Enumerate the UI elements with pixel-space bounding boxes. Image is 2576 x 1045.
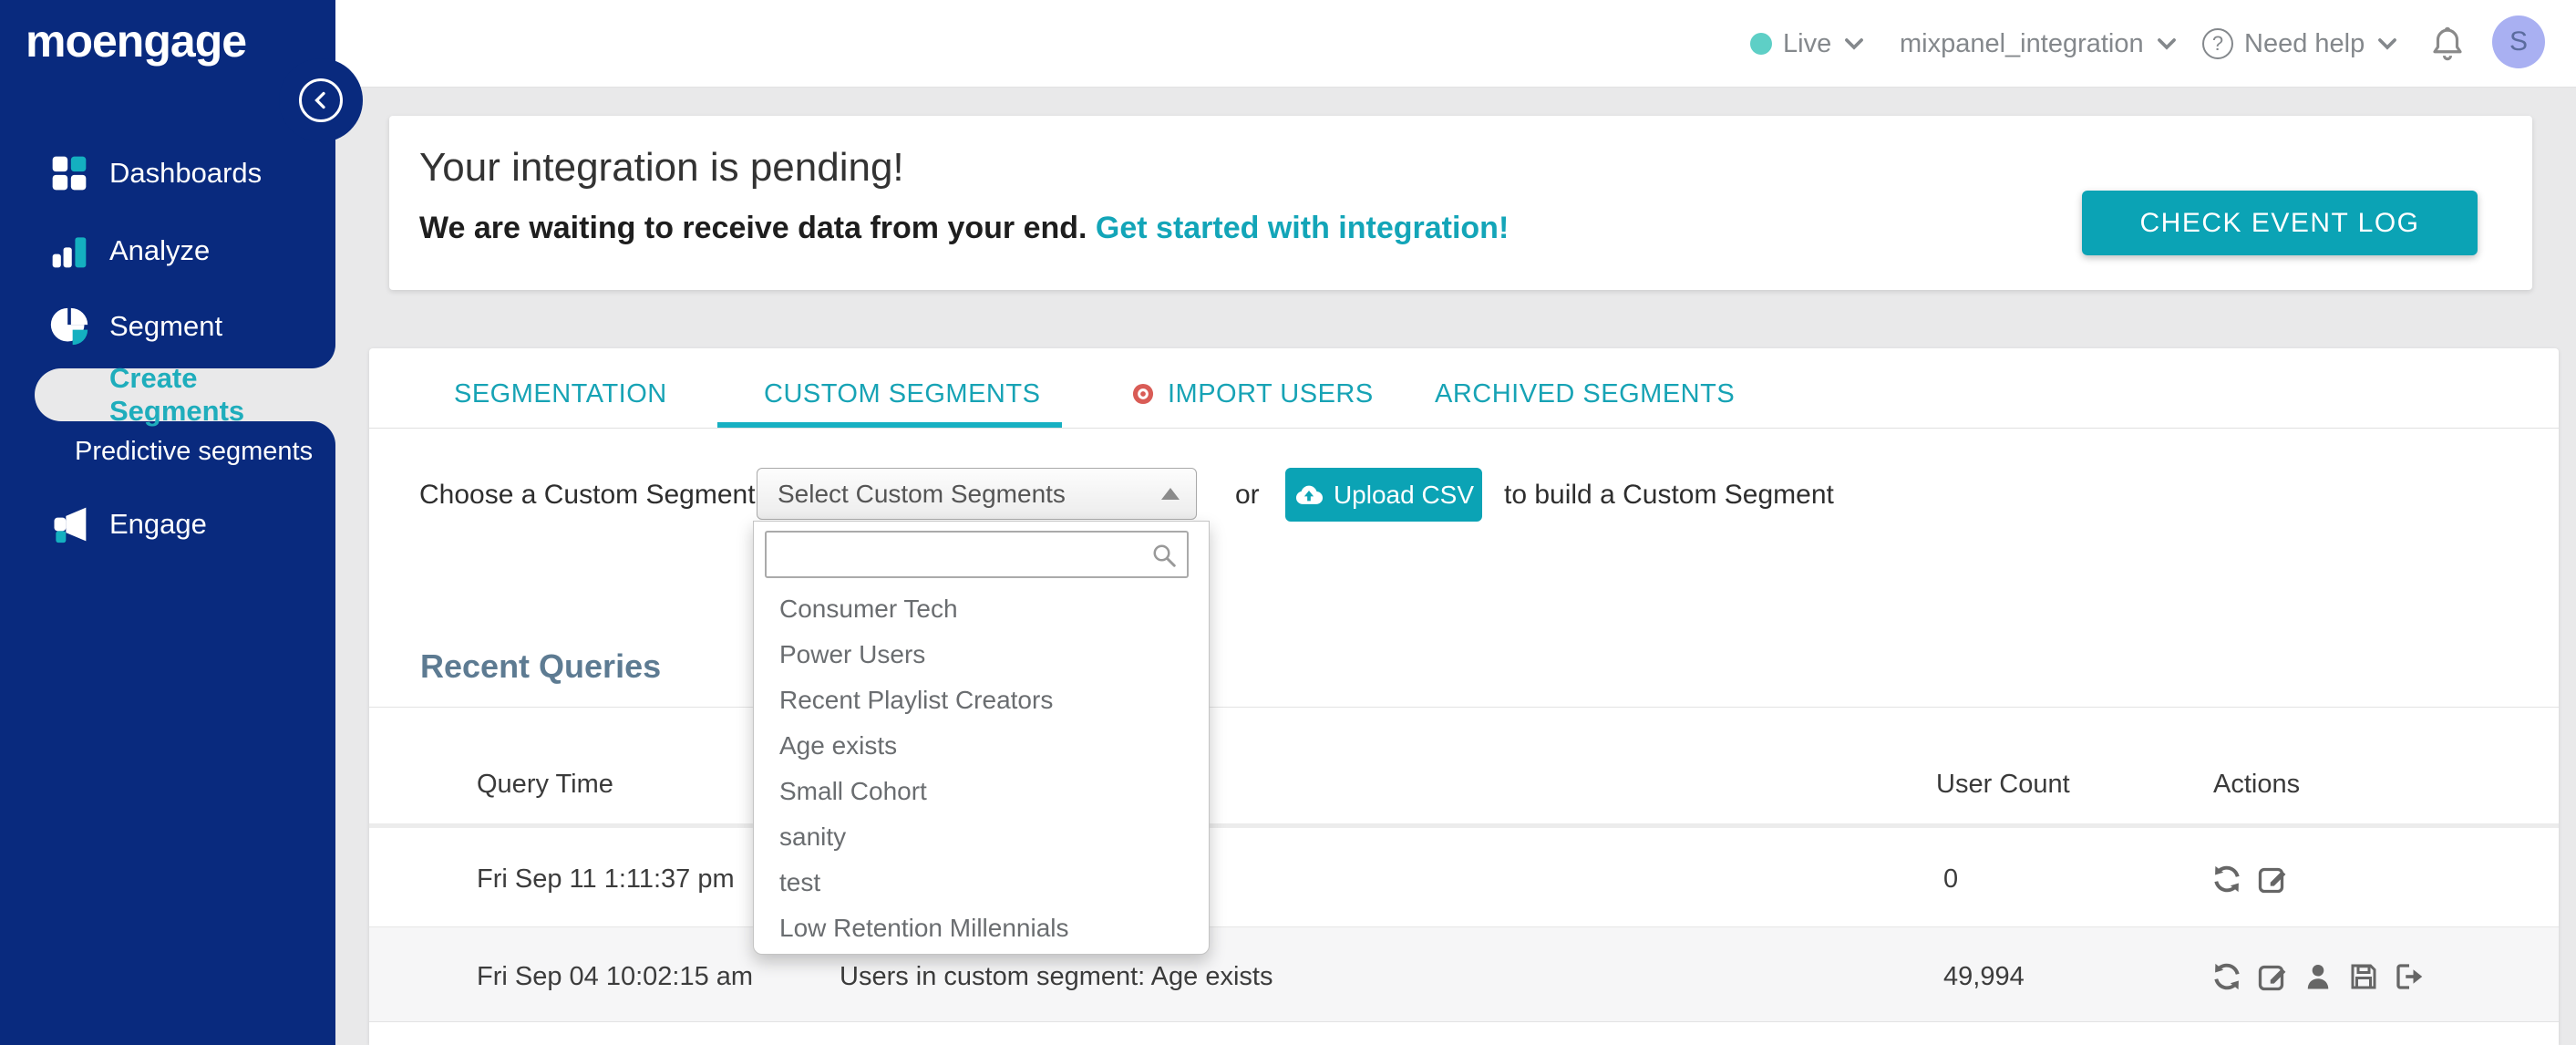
dropdown-option[interactable]: Low Retention Millennials: [779, 910, 1180, 947]
dropdown-option[interactable]: Consumer Tech: [779, 591, 1180, 627]
row-actions: [2210, 960, 2426, 993]
chevron-down-icon: [2378, 38, 2397, 50]
topbar: Live mixpanel_integration ? Need help S: [335, 0, 2576, 88]
banner-title: Your integration is pending!: [419, 145, 904, 190]
notifications-button[interactable]: [2428, 0, 2467, 88]
chevron-down-icon: [1845, 38, 1864, 50]
moengage-app: moengage Dashboards Analyze Segment Crea…: [0, 0, 2576, 1045]
tab-segmentation[interactable]: SEGMENTATION: [454, 374, 667, 414]
export-icon[interactable]: [2393, 960, 2426, 993]
tab-label: SEGMENTATION: [454, 378, 667, 409]
bell-icon: [2433, 26, 2462, 61]
sidebar-item-analyze[interactable]: Analyze: [0, 222, 335, 280]
edit-icon[interactable]: [2256, 960, 2289, 993]
query-time-cell: Fri Sep 04 10:02:15 am: [477, 962, 754, 991]
banner-message: We are waiting to receive data from your…: [419, 211, 1509, 246]
dropdown-option[interactable]: test: [779, 864, 1180, 901]
banner-message-text: We are waiting to receive data from your…: [419, 211, 1087, 245]
sidebar-item-label: Segment: [109, 310, 223, 342]
tabs-divider: [369, 428, 2559, 429]
table-row: Fri Sep 04 10:02:15 am Users in custom s…: [369, 927, 2559, 1022]
user-avatar[interactable]: S: [2492, 16, 2545, 68]
avatar-initial: S: [2509, 26, 2528, 57]
chevron-left-icon: [314, 91, 325, 109]
dashboards-grid-icon: [49, 153, 89, 193]
sidebar-item-label: Dashboards: [109, 157, 263, 189]
live-status-dot-icon: [1750, 33, 1772, 55]
sidebar-item-segment[interactable]: Segment: [0, 297, 335, 356]
check-event-log-button[interactable]: CHECK EVENT LOG: [2082, 191, 2478, 255]
caret-up-icon: [1161, 488, 1180, 500]
help-label: Need help: [2244, 28, 2365, 58]
tab-archived-segments[interactable]: ARCHIVED SEGMENTS: [1435, 374, 1735, 414]
sidebar: moengage Dashboards Analyze Segment Crea…: [0, 0, 335, 1045]
picker-label: Choose a Custom Segment:: [419, 480, 763, 510]
segments-card: SEGMENTATION CUSTOM SEGMENTS IMPORT USER…: [369, 348, 2559, 1045]
edit-icon[interactable]: [2256, 863, 2289, 895]
project-name: mixpanel_integration: [1900, 28, 2144, 58]
analyze-bars-icon: [49, 231, 89, 271]
save-icon[interactable]: [2347, 960, 2380, 993]
dropdown-search-box: [765, 531, 1189, 578]
sidebar-item-label: Predictive segments: [75, 436, 314, 466]
sidebar-collapse-button[interactable]: [299, 78, 343, 122]
segment-pie-icon: [49, 306, 89, 347]
custom-segment-select[interactable]: Select Custom Segments: [757, 468, 1197, 520]
tab-import-users[interactable]: IMPORT USERS: [1131, 374, 1374, 414]
select-value: Select Custom Segments: [778, 479, 1066, 508]
environment-label: Live: [1783, 28, 1832, 58]
sidebar-item-label: Analyze: [109, 234, 211, 266]
dropdown-option[interactable]: Small Cohort: [779, 773, 1180, 810]
dropdown-option[interactable]: Age exists: [779, 728, 1180, 764]
sidebar-item-label: Create Segments: [109, 362, 245, 427]
query-time-cell: Fri Sep 11 1:11:37 pm: [477, 864, 735, 894]
query-info-cell: Users in custom segment: Age exists: [840, 962, 1273, 991]
picker-suffix-label: to build a Custom Segment: [1504, 480, 1834, 510]
sidebar-item-create-segments[interactable]: Create Segments: [35, 362, 335, 427]
tab-label: IMPORT USERS: [1168, 378, 1374, 409]
moengage-logo: moengage: [26, 16, 247, 67]
record-dot-icon: [1132, 383, 1154, 405]
environment-switcher[interactable]: Live: [1750, 0, 1866, 88]
upload-csv-label: Upload CSV: [1333, 480, 1475, 509]
dropdown-option[interactable]: Power Users: [779, 636, 1180, 673]
dropdown-option[interactable]: Recent Playlist Creators: [779, 682, 1180, 719]
user-count-cell: 49,994: [1943, 962, 2025, 991]
tab-custom-segments[interactable]: CUSTOM SEGMENTS: [764, 374, 1040, 414]
tab-label: ARCHIVED SEGMENTS: [1435, 378, 1736, 409]
column-header-actions: Actions: [2213, 770, 2301, 799]
sidebar-item-predictive-segments[interactable]: Predictive segments: [0, 427, 335, 476]
row-actions: [2210, 863, 2289, 895]
project-switcher[interactable]: mixpanel_integration: [1900, 0, 2179, 88]
sidebar-item-engage[interactable]: Engage: [0, 495, 335, 554]
custom-segments-dropdown: Consumer Tech Power Users Recent Playlis…: [753, 521, 1210, 955]
column-header-user-count: User Count: [1936, 770, 2070, 799]
user-icon[interactable]: [2302, 960, 2334, 993]
cloud-upload-icon: [1295, 485, 1323, 504]
chevron-down-icon: [2157, 38, 2176, 50]
refresh-icon[interactable]: [2210, 863, 2243, 895]
table-row: Fri Sep 11 1:11:37 pm 0: [369, 828, 2559, 927]
refresh-icon[interactable]: [2210, 960, 2243, 993]
engage-megaphone-icon: [49, 504, 89, 544]
get-started-link[interactable]: Get started with integration!: [1096, 211, 1509, 245]
recent-queries-title: Recent Queries: [420, 647, 662, 685]
question-mark-icon: ?: [2202, 28, 2233, 59]
or-label: or: [1235, 480, 1260, 510]
integration-pending-banner: Your integration is pending! We are wait…: [389, 116, 2532, 290]
dropdown-search-input[interactable]: [774, 536, 1139, 573]
sidebar-item-label: Engage: [109, 508, 207, 540]
help-menu[interactable]: ? Need help: [2202, 0, 2399, 88]
column-header-query-time: Query Time: [477, 770, 613, 799]
tab-label: CUSTOM SEGMENTS: [764, 378, 1041, 409]
user-count-cell: 0: [1943, 864, 1959, 894]
search-icon: [1150, 542, 1178, 569]
sidebar-item-dashboards[interactable]: Dashboards: [0, 144, 335, 202]
dropdown-option[interactable]: sanity: [779, 819, 1180, 855]
upload-csv-button[interactable]: Upload CSV: [1285, 468, 1482, 522]
section-divider: [369, 707, 2559, 708]
